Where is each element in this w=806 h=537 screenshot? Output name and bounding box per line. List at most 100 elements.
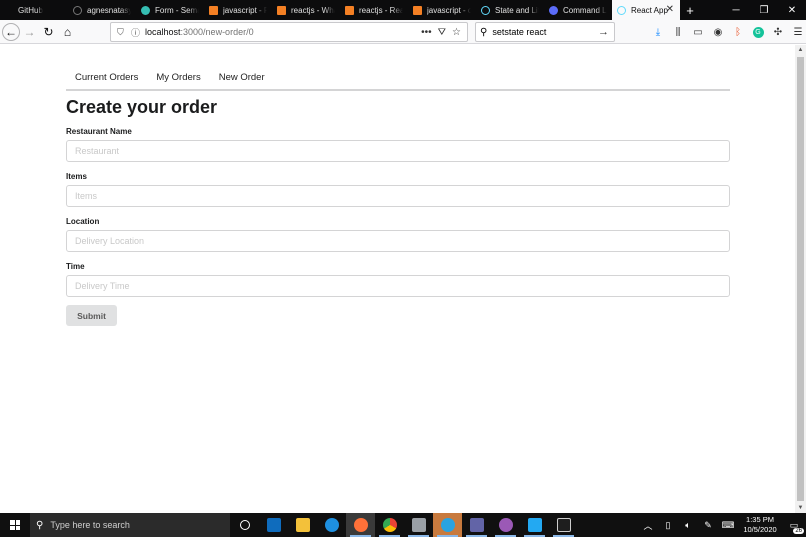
extensions-icon[interactable]: ✣	[770, 22, 786, 42]
url-host: localhost	[145, 27, 181, 37]
location-label: Location	[66, 217, 100, 226]
address-bar[interactable]: ⛉ ⓘ localhost:3000/new-order/0 ••• ⛛ ☆	[110, 22, 468, 42]
taskbar-search-placeholder: Type here to search	[50, 520, 130, 530]
library-icon[interactable]: ⫼	[670, 22, 686, 42]
tab-github[interactable]: GitHub	[0, 0, 68, 20]
time-input[interactable]	[66, 275, 730, 297]
chevron-up-icon[interactable]: ︿	[638, 519, 658, 532]
teams-icon[interactable]	[462, 513, 491, 537]
volume-icon[interactable]: 🔈︎	[678, 520, 698, 531]
terminal-icon[interactable]	[549, 513, 578, 537]
scroll-up-icon[interactable]: ▲	[795, 45, 806, 55]
time-label: Time	[66, 262, 85, 271]
github-desktop-icon[interactable]	[491, 513, 520, 537]
items-input[interactable]	[66, 185, 730, 207]
stackoverflow-icon	[345, 5, 354, 15]
tab-state-lifecycle[interactable]: State and Life	[476, 0, 544, 20]
clock-time: 1:35 PM	[746, 515, 774, 524]
taskbar-clock[interactable]: 1:35 PM 10/5/2020	[738, 515, 782, 535]
search-value: setstate react	[492, 27, 547, 37]
close-tab-icon[interactable]: ✕	[666, 4, 674, 15]
tab-react-app[interactable]: React App ✕	[612, 0, 680, 20]
start-button[interactable]	[0, 513, 30, 537]
tab-label: agnesnatasya	[87, 5, 131, 15]
home-button[interactable]: ⌂	[58, 22, 77, 41]
scroll-down-icon[interactable]: ▼	[795, 503, 806, 513]
stackoverflow-icon	[277, 5, 286, 15]
back-button[interactable]: ←	[2, 22, 20, 41]
info-icon[interactable]: ⓘ	[131, 26, 145, 39]
search-icon: ⚲	[480, 26, 488, 38]
task-view-icon[interactable]	[230, 513, 259, 537]
tab-agnesnatasya[interactable]: agnesnatasya	[68, 0, 136, 20]
clock-date: 10/5/2020	[743, 525, 777, 534]
account-icon[interactable]: ◉	[710, 22, 726, 42]
restore-icon[interactable]: ❐	[750, 0, 778, 20]
react-icon	[617, 5, 626, 15]
tab-form-semantic[interactable]: Form - Seman	[136, 0, 204, 20]
items-label: Items	[66, 172, 87, 181]
navigation-toolbar: ← → ↻ ⌂ ⛉ ⓘ localhost:3000/new-order/0 •…	[0, 20, 806, 44]
tab-command-line[interactable]: Command Lin	[544, 0, 612, 20]
menu-item-current-orders[interactable]: Current Orders	[66, 67, 147, 89]
usb-icon[interactable]: ▯	[658, 520, 678, 531]
sidebar-icon[interactable]: ▭	[690, 22, 706, 42]
notification-count-badge: 26	[793, 527, 804, 534]
tab-label: javascript - o	[427, 5, 471, 15]
windows-logo-icon	[10, 520, 20, 530]
scrollbar-thumb[interactable]	[797, 57, 804, 501]
tab-reactjs-2[interactable]: reactjs - Reac	[340, 0, 408, 20]
menu-icon[interactable]: ☰	[790, 22, 806, 42]
moon-icon	[549, 5, 558, 15]
stackoverflow-icon	[209, 5, 218, 15]
toolbar-icons: ⤓ ⫼ ▭ ◉ ᛒ G ✣ ☰	[650, 22, 806, 42]
outlook-icon[interactable]	[259, 513, 288, 537]
submit-button[interactable]: Submit	[66, 305, 117, 326]
location-input[interactable]	[66, 230, 730, 252]
edge-icon[interactable]	[317, 513, 346, 537]
react-icon	[481, 5, 490, 15]
vscode-icon[interactable]	[520, 513, 549, 537]
chrome-icon[interactable]	[375, 513, 404, 537]
tab-label: GitHub	[18, 5, 43, 15]
page-content: Current Orders My Orders New Order Creat…	[0, 45, 795, 513]
shield-icon[interactable]: ⛉	[117, 27, 131, 38]
search-go-icon[interactable]: →	[598, 26, 614, 38]
browser-tab-strip: GitHub agnesnatasya Form - Seman javascr…	[0, 0, 806, 20]
tab-label: reactjs - Reac	[359, 5, 403, 15]
restaurant-name-input[interactable]	[66, 140, 730, 162]
file-explorer-icon[interactable]	[288, 513, 317, 537]
download-icon[interactable]: ⤓	[650, 22, 666, 42]
reload-button[interactable]: ↻	[39, 22, 58, 41]
new-tab-button[interactable]: +	[680, 0, 700, 20]
extension-icon[interactable]: ᛒ	[730, 22, 746, 42]
menu-item-new-order[interactable]: New Order	[210, 67, 274, 89]
app-menu: Current Orders My Orders New Order	[66, 67, 730, 91]
taskbar-search-box[interactable]: ⚲ Type here to search	[30, 513, 230, 537]
close-window-icon[interactable]: ✕	[778, 0, 806, 20]
keyboard-icon[interactable]: ⌨	[718, 520, 738, 531]
forward-button[interactable]: →	[20, 22, 39, 41]
generic-app-icon[interactable]	[404, 513, 433, 537]
tab-label: State and Life	[495, 5, 539, 15]
bookmark-star-icon[interactable]: ☆	[452, 27, 461, 38]
tab-label: Command Lin	[563, 5, 607, 15]
vertical-scrollbar[interactable]: ▲ ▼	[795, 45, 806, 513]
tab-label: reactjs - Wha	[291, 5, 335, 15]
firefox-icon[interactable]	[346, 513, 375, 537]
search-icon: ⚲	[36, 519, 44, 531]
tab-label: javascript - Re	[223, 5, 267, 15]
telegram-icon[interactable]	[433, 513, 462, 537]
search-bar[interactable]: ⚲ setstate react →	[475, 22, 615, 42]
tab-reactjs-1[interactable]: reactjs - Wha	[272, 0, 340, 20]
page-actions-icon[interactable]: •••	[421, 27, 432, 38]
minimize-icon[interactable]: ─	[722, 0, 750, 20]
semantic-ui-icon	[141, 5, 150, 15]
menu-item-my-orders[interactable]: My Orders	[147, 67, 209, 89]
tab-javascript-1[interactable]: javascript - Re	[204, 0, 272, 20]
notification-center-button[interactable]: ▭ 26	[782, 520, 806, 534]
pen-icon[interactable]: ✎	[698, 520, 718, 531]
pocket-icon[interactable]: ⛛	[438, 27, 446, 38]
grammarly-icon[interactable]: G	[750, 22, 766, 42]
tab-javascript-2[interactable]: javascript - o	[408, 0, 476, 20]
